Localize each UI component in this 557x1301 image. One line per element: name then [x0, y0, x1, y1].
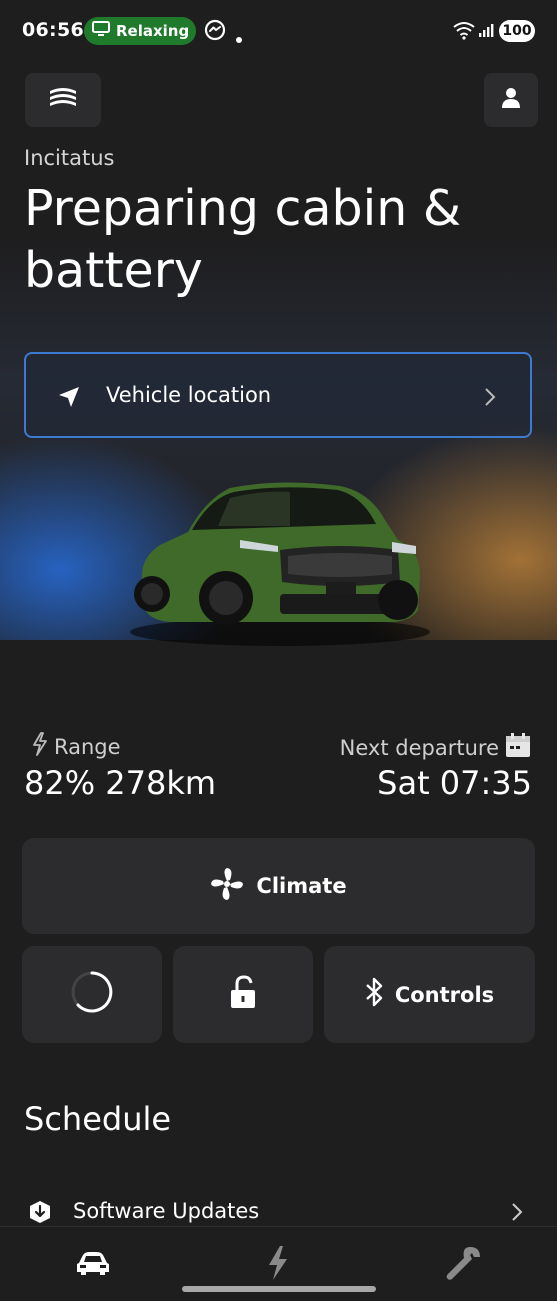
vehicle-name: Incitatus [24, 146, 115, 170]
chevron-right-icon [511, 1202, 523, 1226]
departure-label: Next departure [339, 735, 499, 760]
range-label-group: Range [32, 732, 121, 761]
status-time: 06:56 [22, 19, 84, 41]
climate-label: Climate [256, 874, 347, 898]
focus-mode-pill[interactable]: Relaxing [84, 17, 196, 45]
spinner-icon [69, 969, 115, 1020]
wifi-icon [452, 21, 476, 45]
focus-mode-label: Relaxing [116, 22, 190, 40]
status-bar: 06:56 Relaxing 100 [0, 0, 557, 62]
schedule-heading: Schedule [24, 1100, 172, 1138]
vehicle-location-button[interactable]: Vehicle location [24, 352, 532, 438]
chevron-right-icon [484, 387, 496, 411]
departure-label-group: Next departure [340, 732, 531, 763]
messenger-icon [204, 19, 226, 45]
software-updates-label: Software Updates [73, 1199, 260, 1223]
unlocked-padlock-icon [229, 975, 257, 1014]
vehicle-image [130, 470, 430, 654]
menu-button[interactable] [25, 73, 101, 127]
signal-icon [478, 22, 494, 42]
climate-button[interactable]: Climate [22, 838, 535, 934]
navigation-arrow-icon [58, 386, 80, 412]
gesture-handle [182, 1286, 376, 1292]
charging-icon[interactable] [266, 1245, 290, 1285]
departure-value: Sat 07:35 [377, 764, 532, 802]
battery-indicator: 100 [499, 20, 535, 42]
battery-level: 100 [502, 23, 532, 39]
lock-button[interactable] [173, 946, 313, 1043]
bluetooth-icon [365, 976, 383, 1013]
lightning-icon [32, 732, 48, 761]
notification-dot-icon [236, 28, 242, 47]
profile-button[interactable] [484, 73, 538, 127]
range-value: 82% 278km [24, 764, 217, 802]
progress-button[interactable] [22, 946, 162, 1043]
stacked-layers-icon [48, 85, 78, 115]
car-icon[interactable] [75, 1251, 111, 1281]
calendar-icon [505, 732, 531, 763]
wrench-icon[interactable] [446, 1245, 482, 1285]
download-shield-icon [29, 1200, 51, 1228]
controls-button[interactable]: Controls [324, 946, 535, 1043]
person-icon [501, 87, 521, 113]
screen-icon [92, 21, 110, 41]
range-label: Range [54, 734, 121, 759]
vehicle-location-label: Vehicle location [106, 383, 272, 407]
fan-icon [210, 867, 244, 906]
controls-label: Controls [394, 982, 495, 1007]
page-title: Preparing cabin & battery [24, 180, 462, 299]
